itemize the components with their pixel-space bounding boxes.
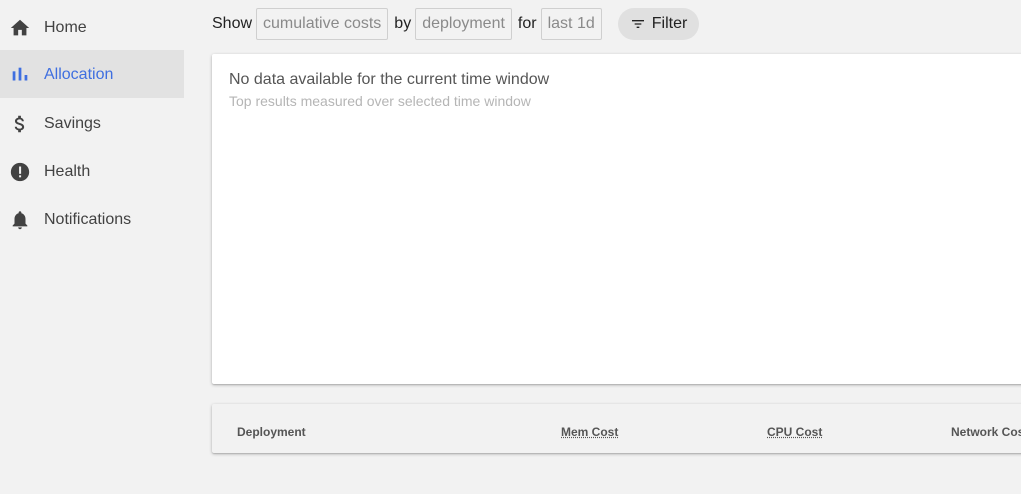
home-icon [10,19,30,36]
window-select[interactable]: last 1d [540,8,602,40]
aggregate-select[interactable]: deployment [415,8,512,40]
sidebar-item-label: Health [44,163,91,180]
sidebar-item-home[interactable]: Home [0,3,184,51]
sidebar: Home Allocation Savings Health Notificat… [0,0,184,494]
sidebar-item-allocation[interactable]: Allocation [0,50,184,98]
sidebar-item-label: Allocation [44,66,114,83]
sidebar-item-notifications[interactable]: Notifications [0,195,184,243]
filter-button[interactable]: Filter [617,8,700,40]
chart-card: No data available for the current time w… [212,54,1021,384]
column-header-deployment: Deployment [237,425,306,439]
sidebar-item-label: Notifications [44,211,132,228]
filter-label: Filter [651,15,688,32]
dollar-icon [14,115,25,133]
controls-toolbar: Show cumulative costs by deployment for … [212,8,700,40]
show-label: Show [212,15,253,32]
filter-icon [631,20,644,28]
sidebar-item-label: Home [44,19,87,36]
sidebar-item-savings[interactable]: Savings [0,99,184,147]
for-label: for [517,15,537,32]
card-title: No data available for the current time w… [229,71,550,88]
metric-select[interactable]: cumulative costs [256,8,389,40]
sidebar-item-health[interactable]: Health [0,147,184,195]
card-subtitle: Top results measured over selected time … [229,93,531,109]
table-header: Deployment Mem Cost CPU Cost Network Cos… [212,404,1021,453]
by-label: by [394,15,412,32]
column-header-network-cost[interactable]: Network Cost [951,425,1021,439]
alert-icon [10,162,30,182]
bell-icon [12,211,28,230]
bar-chart-icon [12,67,28,81]
sidebar-item-label: Savings [44,115,101,132]
column-header-mem-cost[interactable]: Mem Cost [561,425,618,439]
column-header-cpu-cost[interactable]: CPU Cost [767,425,822,439]
